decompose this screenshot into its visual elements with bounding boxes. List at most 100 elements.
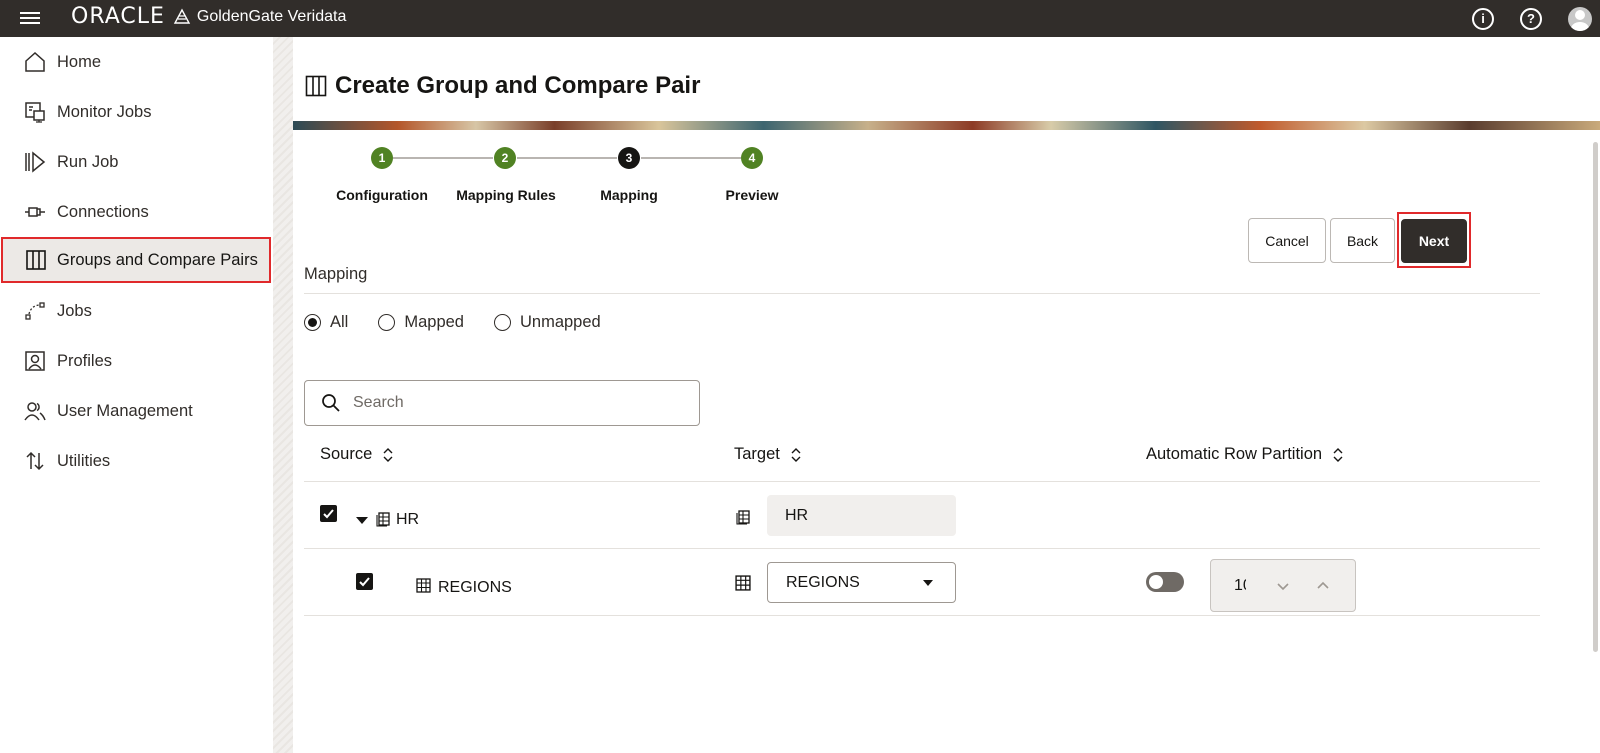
sidebar-item-label: Run Job bbox=[57, 152, 119, 171]
next-button[interactable]: Next bbox=[1401, 219, 1467, 263]
expand-caret-icon[interactable] bbox=[356, 517, 368, 524]
columns-icon bbox=[305, 75, 327, 97]
schema-icon bbox=[376, 512, 390, 527]
radio-unselected bbox=[378, 314, 396, 331]
sidebar-item-run-job[interactable]: Run Job bbox=[0, 139, 273, 185]
decorative-strip bbox=[273, 37, 293, 753]
sidebar-item-label: Profiles bbox=[57, 351, 113, 370]
decorative-banner bbox=[293, 121, 1600, 130]
radio-selected bbox=[304, 314, 321, 331]
main-content: Create Group and Compare Pair 1 2 3 4 Co… bbox=[293, 37, 1600, 753]
sidebar-item-label: Groups and Compare Pairs bbox=[57, 250, 258, 269]
schema-icon bbox=[736, 510, 750, 525]
cancel-button[interactable]: Cancel bbox=[1248, 218, 1326, 263]
sidebar-item-monitor-jobs[interactable]: Monitor Jobs bbox=[0, 89, 273, 135]
decrement-button[interactable] bbox=[1271, 574, 1295, 598]
search-box bbox=[304, 380, 700, 426]
run-job-icon bbox=[24, 151, 46, 173]
sidebar-item-groups-and-compare-pairs[interactable]: Groups and Compare Pairs bbox=[1, 237, 271, 283]
top-bar: ORACLE GoldenGate Veridata i ? bbox=[0, 0, 1600, 37]
filter-label: Unmapped bbox=[519, 313, 601, 331]
column-label: Source bbox=[320, 445, 373, 463]
partition-count-stepper[interactable]: 10 bbox=[1210, 559, 1356, 612]
select-value: REGIONS bbox=[786, 573, 860, 591]
brand: ORACLE GoldenGate Veridata bbox=[71, 4, 346, 29]
column-header-auto-row-partition[interactable]: Automatic Row Partition bbox=[1146, 445, 1344, 464]
radio-unselected bbox=[493, 314, 511, 331]
sidebar-item-label: User Management bbox=[57, 401, 193, 420]
row-checkbox-regions[interactable] bbox=[356, 573, 373, 590]
partition-count-value[interactable]: 10 bbox=[1234, 577, 1246, 595]
step-connector bbox=[393, 157, 493, 159]
users-icon bbox=[24, 400, 46, 422]
oracle-logo: ORACLE bbox=[71, 4, 165, 29]
step-2-indicator[interactable]: 2 bbox=[494, 147, 516, 169]
column-label: Target bbox=[734, 445, 780, 463]
column-header-source[interactable]: Source bbox=[320, 445, 394, 464]
sidebar-item-home[interactable]: Home bbox=[0, 39, 273, 85]
header-divider bbox=[304, 481, 1540, 482]
divider bbox=[304, 293, 1540, 294]
step-4-label: Preview bbox=[725, 187, 779, 203]
step-3-indicator[interactable]: 3 bbox=[618, 147, 640, 169]
home-icon bbox=[24, 51, 46, 73]
user-avatar[interactable] bbox=[1568, 6, 1592, 31]
monitor-jobs-icon bbox=[24, 101, 46, 123]
step-4-indicator[interactable]: 4 bbox=[741, 147, 763, 169]
search-icon bbox=[322, 394, 340, 412]
menu-icon[interactable] bbox=[20, 9, 40, 27]
row-divider bbox=[304, 615, 1540, 616]
step-2-label: Mapping Rules bbox=[456, 187, 556, 203]
info-icon[interactable]: i bbox=[1472, 7, 1494, 30]
sidebar-item-label: Utilities bbox=[57, 451, 111, 470]
target-schema-field: HR bbox=[767, 495, 956, 536]
step-connector bbox=[641, 157, 741, 159]
step-1-indicator[interactable]: 1 bbox=[371, 147, 393, 169]
dropdown-caret-icon bbox=[923, 580, 933, 586]
filter-label: Mapped bbox=[404, 313, 464, 331]
sort-icon bbox=[791, 447, 801, 462]
vertical-scrollbar[interactable] bbox=[1593, 142, 1598, 652]
sidebar: Home Monitor Jobs Run Job Connections Gr… bbox=[0, 37, 273, 753]
checkmark-icon bbox=[323, 509, 334, 519]
sidebar-item-label: Monitor Jobs bbox=[57, 102, 152, 121]
row-divider bbox=[304, 548, 1540, 549]
table-icon bbox=[735, 575, 751, 591]
target-table-select[interactable]: REGIONS bbox=[767, 562, 956, 603]
sort-icon bbox=[1333, 447, 1343, 462]
section-label: Mapping bbox=[304, 265, 368, 283]
sidebar-item-profiles[interactable]: Profiles bbox=[0, 338, 273, 384]
search-input[interactable] bbox=[353, 394, 673, 412]
sort-icon bbox=[383, 447, 393, 462]
utilities-icon bbox=[24, 450, 46, 472]
increment-button[interactable] bbox=[1311, 574, 1335, 598]
sidebar-item-label: Home bbox=[57, 52, 102, 71]
table-icon bbox=[416, 578, 431, 593]
source-name: REGIONS bbox=[438, 579, 512, 596]
sidebar-item-connections[interactable]: Connections bbox=[0, 189, 273, 235]
column-label: Automatic Row Partition bbox=[1146, 445, 1323, 463]
sidebar-item-jobs[interactable]: Jobs bbox=[0, 288, 273, 334]
sidebar-item-utilities[interactable]: Utilities bbox=[0, 438, 273, 484]
filter-all-radio[interactable]: All bbox=[304, 313, 348, 332]
jobs-icon bbox=[24, 300, 46, 322]
page-header: Create Group and Compare Pair bbox=[305, 72, 700, 100]
filter-label: All bbox=[330, 313, 349, 331]
sidebar-item-user-management[interactable]: User Management bbox=[0, 388, 273, 434]
profile-icon bbox=[24, 350, 46, 372]
chevron-up-icon bbox=[1317, 581, 1329, 589]
row-checkbox-hr[interactable] bbox=[320, 505, 337, 522]
step-3-label: Mapping bbox=[600, 187, 658, 203]
sidebar-item-label: Connections bbox=[57, 202, 149, 221]
plug-icon bbox=[24, 201, 46, 223]
auto-row-partition-toggle[interactable] bbox=[1146, 572, 1184, 592]
back-button[interactable]: Back bbox=[1330, 218, 1395, 263]
goldengate-logo-icon bbox=[173, 8, 191, 24]
column-header-target[interactable]: Target bbox=[734, 445, 802, 464]
chevron-down-icon bbox=[1277, 583, 1289, 591]
filter-mapped-radio[interactable]: Mapped bbox=[378, 313, 464, 332]
mapping-filter-group: All Mapped Unmapped bbox=[304, 313, 631, 332]
step-1-label: Configuration bbox=[336, 187, 428, 203]
help-icon[interactable]: ? bbox=[1520, 7, 1542, 30]
filter-unmapped-radio[interactable]: Unmapped bbox=[493, 313, 601, 332]
